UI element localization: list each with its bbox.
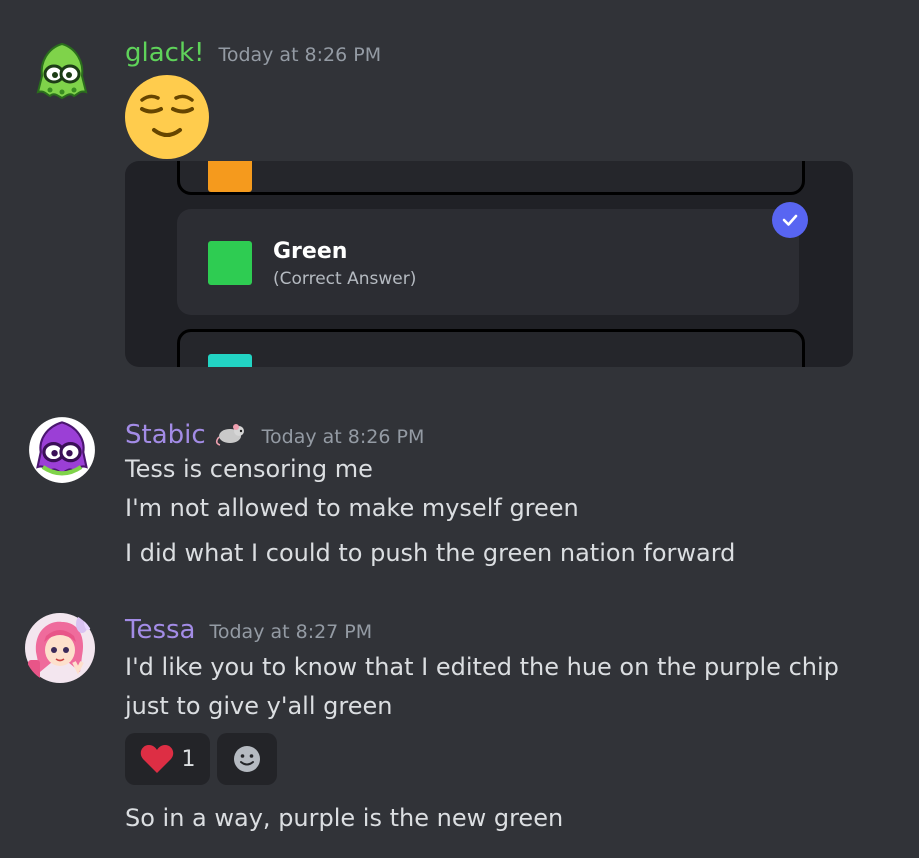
color-swatch	[208, 161, 252, 192]
avatar[interactable]	[24, 612, 96, 684]
purple-squid-icon	[29, 417, 95, 483]
message-text: I'm not allowed to make myself green	[125, 494, 579, 522]
mouse-icon	[214, 421, 248, 447]
relieved-face-emoji[interactable]	[124, 74, 210, 160]
message-text: Tess is censoring me	[125, 455, 373, 483]
username[interactable]: glack!	[125, 38, 204, 68]
color-swatch	[208, 241, 252, 285]
color-swatch	[208, 354, 252, 367]
message-text: I did what I could to push the green nat…	[125, 539, 736, 567]
add-reaction-icon	[234, 746, 260, 772]
green-squid-icon	[36, 42, 88, 100]
anime-girl-avatar	[25, 613, 95, 683]
message-text: I'd like you to know that I edited the h…	[125, 653, 839, 681]
username[interactable]: Stabic	[125, 420, 206, 450]
username[interactable]: Tessa	[125, 615, 195, 645]
poll-option-top[interactable]	[177, 161, 805, 195]
timestamp: Today at 8:26 PM	[261, 426, 425, 448]
poll-option-bottom[interactable]	[177, 329, 805, 367]
poll-embed[interactable]: Green (Correct Answer)	[125, 161, 853, 367]
reaction-count: 1	[181, 746, 196, 772]
heart-icon	[140, 745, 173, 773]
avatar[interactable]	[26, 36, 98, 108]
timestamp: Today at 8:27 PM	[209, 621, 373, 643]
message-text: just to give y'all green	[125, 692, 393, 720]
reaction-heart[interactable]: 1	[125, 733, 210, 785]
avatar[interactable]	[26, 414, 98, 486]
message-text: So in a way, purple is the new green	[125, 804, 564, 832]
poll-option-subtext: (Correct Answer)	[273, 269, 417, 289]
timestamp: Today at 8:26 PM	[218, 44, 382, 66]
checkmark-icon	[772, 202, 808, 238]
poll-option-green[interactable]: Green (Correct Answer)	[177, 209, 799, 315]
add-reaction-button[interactable]	[217, 733, 277, 785]
poll-option-label: Green	[273, 239, 348, 264]
